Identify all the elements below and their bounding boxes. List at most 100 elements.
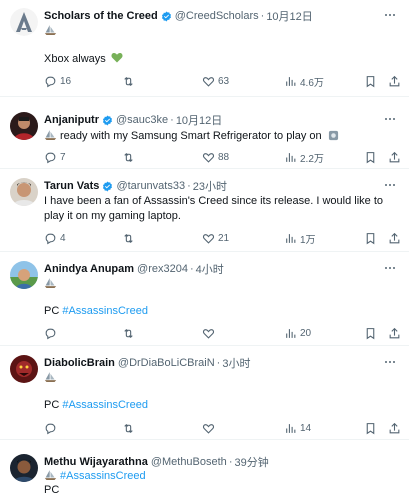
- sailboat-icon: [44, 470, 57, 480]
- display-name[interactable]: Methu Wijayarathna: [44, 456, 148, 468]
- avatar[interactable]: [10, 112, 38, 140]
- bookmark-button[interactable]: [364, 74, 380, 88]
- reply-icon: [45, 233, 56, 244]
- post-scholars-of-the-creed[interactable]: Scholars of the Creed @CreedScholars · 1…: [0, 0, 409, 97]
- share-button[interactable]: [388, 231, 404, 245]
- like-button[interactable]: 21: [202, 231, 229, 245]
- handle[interactable]: @tarunvats33: [116, 180, 185, 192]
- more-options-icon[interactable]: [385, 356, 399, 366]
- heart-icon: [202, 328, 215, 339]
- analytics-icon: [286, 423, 296, 433]
- user-avatar-image: [10, 178, 38, 206]
- avatar[interactable]: [10, 178, 38, 206]
- retweet-button[interactable]: [122, 74, 138, 88]
- avatar[interactable]: [10, 8, 38, 36]
- handle[interactable]: @sauc3ke: [116, 114, 168, 126]
- views-button[interactable]: 20: [284, 326, 311, 340]
- like-button[interactable]: 88: [202, 150, 229, 164]
- bookmark-button[interactable]: [364, 231, 380, 245]
- retweet-button[interactable]: [122, 326, 138, 340]
- share-icon: [389, 422, 400, 433]
- timestamp[interactable]: 3小时: [222, 355, 250, 371]
- post-methu-wijayarathna[interactable]: Methu Wijayarathna @MethuBoseth · 39分钟 #…: [0, 446, 409, 495]
- verified-badge-icon: [161, 10, 171, 22]
- bookmark-icon: [366, 151, 375, 163]
- display-name[interactable]: Scholars of the Creed: [44, 10, 158, 22]
- more-options-icon[interactable]: [385, 262, 399, 272]
- reply-button[interactable]: 7: [44, 150, 66, 164]
- user-avatar-image: [10, 112, 38, 140]
- like-button[interactable]: [202, 326, 218, 340]
- post-tarun-vats[interactable]: Tarun Vats @tarunvats33 · 23小时 I have be…: [0, 170, 409, 252]
- avatar[interactable]: [10, 355, 38, 383]
- handle[interactable]: @MethuBoseth: [151, 456, 227, 468]
- hashtag-link[interactable]: #AssassinsCreed: [60, 470, 146, 482]
- verified-badge-icon: [102, 114, 113, 126]
- views-button[interactable]: 1万: [284, 231, 316, 246]
- share-icon: [389, 151, 400, 162]
- more-options-icon[interactable]: [385, 9, 399, 19]
- post-media-line: [44, 277, 399, 292]
- display-name[interactable]: Anjaniputr: [44, 114, 99, 126]
- display-name[interactable]: DiabolicBrain: [44, 357, 115, 369]
- retweet-icon: [124, 328, 133, 338]
- sailboat-icon: [44, 278, 57, 288]
- timestamp[interactable]: 23小时: [193, 178, 227, 194]
- bookmark-button[interactable]: [364, 150, 380, 164]
- bookmark-icon: [366, 327, 375, 339]
- post-anindya-anupam[interactable]: Anindya Anupam @rex3204 · 4小时 PC #Assass…: [0, 253, 409, 346]
- retweet-button[interactable]: [122, 150, 138, 164]
- bookmark-icon: [366, 75, 375, 87]
- share-button[interactable]: [388, 326, 404, 340]
- avatar[interactable]: [10, 454, 38, 482]
- reply-button[interactable]: [44, 326, 60, 340]
- share-button[interactable]: [388, 74, 404, 88]
- share-button[interactable]: [388, 150, 404, 164]
- handle[interactable]: @CreedScholars: [175, 10, 259, 22]
- reply-icon: [45, 423, 56, 434]
- post-anjaniputr[interactable]: Anjaniputr @sauc3ke · 10月12日 ready with …: [0, 104, 409, 169]
- view-count: 14: [300, 422, 312, 434]
- reply-button[interactable]: 16: [44, 74, 71, 88]
- timestamp[interactable]: 39分钟: [234, 454, 268, 470]
- more-options-icon[interactable]: [385, 179, 399, 189]
- more-options-icon[interactable]: [385, 113, 399, 123]
- user-avatar-image: [10, 355, 38, 383]
- reply-button[interactable]: [44, 421, 60, 435]
- timestamp[interactable]: 4小时: [196, 261, 224, 277]
- avatar[interactable]: [10, 261, 38, 289]
- timestamp[interactable]: 10月12日: [266, 8, 312, 24]
- like-button[interactable]: [202, 421, 218, 435]
- hashtag-link[interactable]: #AssassinsCreed: [62, 399, 148, 411]
- display-name[interactable]: Anindya Anupam: [44, 263, 134, 275]
- hashtag-link[interactable]: #AssassinsCreed: [62, 305, 148, 317]
- handle[interactable]: @rex3204: [137, 263, 188, 275]
- bookmark-button[interactable]: [364, 326, 380, 340]
- separator-dot: ·: [189, 263, 194, 275]
- views-button[interactable]: 4.6万: [284, 74, 324, 89]
- post-diabolicbrain[interactable]: DiabolicBrain @DrDiaBoLiCBraiN · 3小时 PC …: [0, 347, 409, 440]
- bookmark-icon: [366, 232, 375, 244]
- share-button[interactable]: [388, 421, 404, 435]
- bookmark-button[interactable]: [364, 421, 380, 435]
- timestamp[interactable]: 10月12日: [176, 112, 222, 128]
- handle[interactable]: @DrDiaBoLiCBraiN: [118, 357, 215, 369]
- like-button[interactable]: 63: [202, 74, 229, 88]
- retweet-button[interactable]: [122, 231, 138, 245]
- heart-icon: [202, 423, 215, 434]
- reply-count: 16: [60, 75, 72, 87]
- retweet-button[interactable]: [122, 421, 138, 435]
- views-button[interactable]: 14: [284, 421, 311, 435]
- like-count: 63: [218, 75, 230, 87]
- analytics-icon: [286, 328, 296, 338]
- green-heart-icon: [111, 53, 123, 63]
- view-count: 2.2万: [300, 153, 324, 165]
- reply-button[interactable]: 4: [44, 231, 66, 245]
- display-name[interactable]: Tarun Vats: [44, 180, 99, 192]
- retweet-icon: [124, 423, 133, 433]
- share-icon: [389, 232, 400, 243]
- views-button[interactable]: 2.2万: [284, 150, 324, 165]
- xbox-controller-emoji-icon: [328, 130, 338, 141]
- reply-icon: [45, 328, 56, 339]
- post-text: PC #AssassinsCreed: [44, 304, 399, 319]
